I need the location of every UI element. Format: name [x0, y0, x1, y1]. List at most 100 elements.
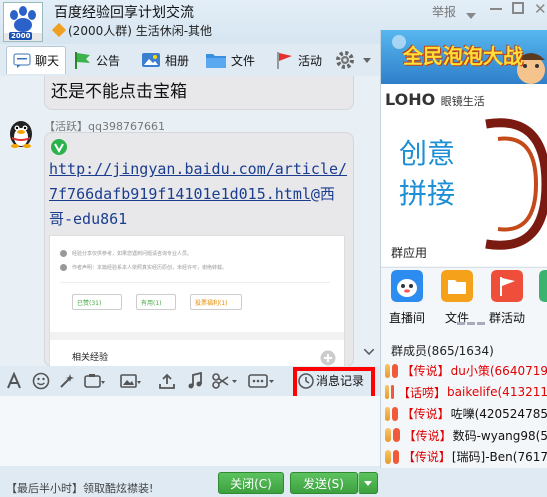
folder-icon — [441, 270, 473, 302]
preview-useful-button: 有用(1) — [136, 294, 176, 310]
member-row[interactable]: 【传说】 du小策(6640719 — [381, 360, 547, 381]
scissors-icon[interactable] — [212, 372, 238, 390]
preview-vote-button: 投票福利(1) — [190, 294, 242, 310]
tab-events[interactable]: 活动 — [274, 46, 322, 74]
tab-events-label: 活动 — [298, 53, 323, 68]
folder-icon — [206, 54, 226, 68]
glasses-image — [485, 118, 547, 250]
group-title: 百度经验回享计划交流 — [54, 5, 194, 21]
member-name: baikelife(413211 — [447, 385, 547, 399]
font-icon[interactable] — [5, 372, 23, 390]
live-room-icon — [391, 270, 423, 302]
collapse-arrow-icon[interactable] — [363, 347, 375, 358]
message-input[interactable] — [0, 396, 380, 466]
close-button[interactable]: 关闭(C) — [218, 472, 284, 494]
message-bubble: http://jingyan.baidu.com/article/7f766da… — [44, 132, 354, 366]
member-name: 数码-wyang98(5 — [452, 428, 547, 443]
member-row[interactable]: 【话唠】 baikelife(413211 — [381, 382, 547, 403]
settings-menu[interactable] — [334, 46, 375, 74]
member-tag: 【话唠】 — [398, 385, 447, 400]
member-tag: 【传说】 — [401, 407, 450, 421]
link-preview[interactable]: 经验分享仅供参考，如果您遇到问题请咨询专业人员。 作者声明：本篇经验系本人依照真… — [49, 235, 345, 366]
game-ad-banner[interactable]: 全民泡泡大战 — [381, 30, 547, 84]
member-avatar-icon — [385, 428, 392, 442]
member-status-icon — [393, 428, 400, 442]
member-status-icon — [390, 385, 394, 399]
minimize-icon[interactable] — [490, 8, 502, 10]
app-files[interactable]: 文件 — [435, 270, 479, 326]
member-avatar-icon — [385, 385, 389, 399]
member-row[interactable]: 【传说】 [瑞码]-Ben(7617 — [381, 446, 547, 467]
group-subtitle-text: (2000人群) 生活休闲-其他 — [68, 24, 213, 38]
ad-slogan: 创意 — [399, 137, 456, 170]
divider — [60, 282, 330, 283]
promo-link[interactable]: 【最后半小时】领取酷炫襟装! — [6, 480, 153, 496]
ad-slogan: 拼接 — [399, 177, 456, 210]
game-ad-title: 全民泡泡大战 — [403, 44, 523, 68]
tab-announcement[interactable]: 公告 — [72, 46, 120, 74]
chat-history[interactable]: 还是不能点击宝箱 【活跃】qq398767661 http://jingyan.… — [0, 76, 380, 366]
group-level-icon — [51, 22, 67, 38]
member-avatar-icon — [385, 406, 391, 421]
member-avatar-icon — [385, 363, 391, 378]
gear-icon — [336, 51, 354, 69]
member-tag: 【传说】 — [402, 450, 451, 464]
verified-badge-icon — [51, 139, 67, 155]
tab-bar: 聊天 公告 相册 文件 活动 — [0, 44, 380, 76]
report-link[interactable]: 举报 — [432, 3, 456, 20]
zoom-in-icon[interactable] — [320, 350, 336, 366]
app-gold[interactable]: 金 — [533, 270, 547, 326]
magic-wand-icon[interactable] — [58, 372, 76, 390]
member-row[interactable]: 【传说】 咗嚛(420524785 — [381, 403, 547, 424]
divider — [50, 332, 344, 340]
member-status-icon — [392, 363, 398, 378]
red-flag-icon — [277, 52, 292, 69]
red-flag-icon — [491, 270, 523, 302]
close-icon[interactable]: ✕ — [534, 0, 547, 18]
ad-brand-cn: 眼镜生活 — [440, 95, 485, 108]
member-status-icon — [392, 406, 398, 421]
screenshot-icon[interactable] — [84, 372, 106, 390]
preview-section-title: 相关经验 — [72, 353, 109, 363]
emoji-icon[interactable] — [32, 372, 50, 390]
tab-files[interactable]: 文件 — [205, 46, 255, 74]
group-avatar[interactable]: 2000 — [3, 2, 43, 42]
preview-like-button: 已赞(31) — [72, 294, 122, 310]
message-link[interactable]: http://jingyan.baidu.com/article/7f766da… — [49, 157, 349, 232]
message-text: 还是不能点击宝箱 — [51, 82, 187, 102]
send-button[interactable]: 发送(S) — [290, 472, 358, 494]
qq-penguin-avatar[interactable] — [6, 118, 36, 148]
tab-album[interactable]: 相册 — [141, 46, 189, 74]
app-events[interactable]: 群活动 — [485, 270, 529, 326]
image-icon[interactable] — [120, 372, 142, 390]
group-apps-title: 群应用 — [391, 246, 428, 260]
page-indicator[interactable] — [457, 322, 485, 325]
send-options-button[interactable] — [358, 472, 378, 494]
chat-icon — [13, 53, 31, 68]
group-subtitle: (2000人群) 生活休闲-其他 — [51, 22, 213, 39]
member-row[interactable]: 【话唠】[教育]-黄小鱼(8 — [381, 468, 547, 469]
app-label: 直播间 — [388, 311, 425, 325]
app-live-room[interactable]: 直播间 — [385, 270, 429, 326]
more-tools-icon[interactable] — [248, 372, 276, 390]
tab-chat-label: 聊天 — [35, 54, 60, 68]
divider — [381, 267, 547, 268]
ad-brand: LOHO 眼镜生活 — [385, 90, 485, 109]
member-row[interactable]: 【传说】 数码-wyang98(5 — [381, 425, 547, 446]
footer-bar: 【最后半小时】领取酷炫襟装! 关闭(C) 发送(S) — [0, 468, 547, 497]
preview-text: 作者声明：本篇经验系本人依照真实经历原创，未经许可，谢绝转载。 — [72, 265, 228, 271]
maximize-icon[interactable] — [512, 2, 524, 14]
tab-announcement-label: 公告 — [96, 53, 121, 68]
info-icon — [60, 250, 67, 257]
group-chat-window: 2000 百度经验回享计划交流 (2000人群) 生活休闲-其他 举报 ✕ 聊天… — [0, 0, 547, 497]
music-icon[interactable] — [186, 372, 204, 390]
member-avatar-icon — [385, 449, 391, 464]
menu-arrow-icon[interactable] — [466, 8, 476, 19]
tab-chat[interactable]: 聊天 — [6, 46, 67, 74]
upload-icon[interactable] — [158, 372, 176, 390]
photo-icon — [142, 53, 160, 67]
right-sidebar: 全民泡泡大战 LOHO 眼镜生活 创意 拼接 群应用 直播间 文件 群活动 群成… — [380, 30, 547, 468]
chevron-down-icon — [363, 57, 371, 63]
link-url[interactable]: http://jingyan.baidu.com/article/7f766da… — [49, 160, 347, 203]
glasses-ad-banner[interactable]: LOHO 眼镜生活 创意 拼接 — [381, 84, 547, 266]
